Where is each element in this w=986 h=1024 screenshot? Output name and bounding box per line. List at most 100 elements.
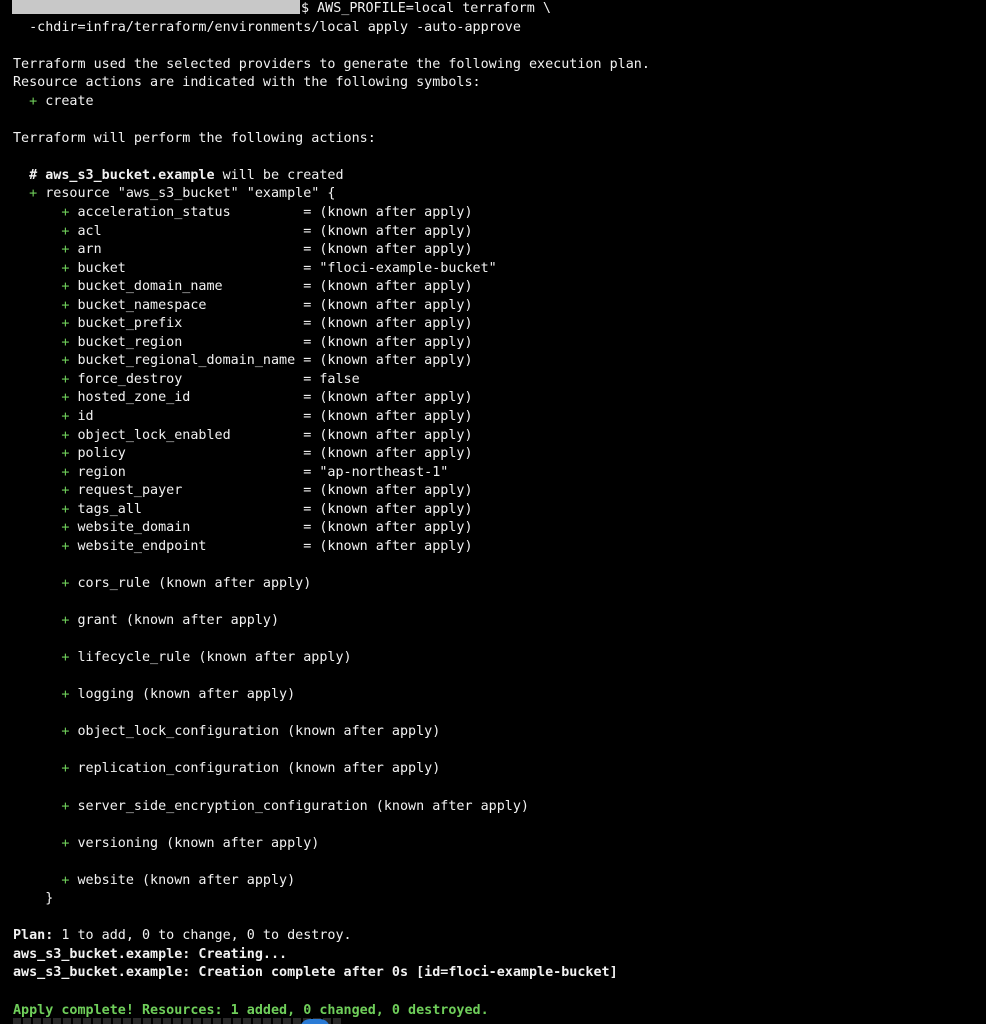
attribute-line: + id = (known after apply) [0, 408, 986, 427]
plus-symbol: + [61, 390, 70, 406]
attribute-name: hosted_zone_id [77, 390, 296, 406]
attribute-line: + bucket_domain_name = (known after appl… [0, 278, 986, 297]
plus-symbol: + [61, 316, 70, 332]
attribute-value: = "ap-northeast-1" [303, 464, 449, 480]
nested-block-line: + cors_rule (known after apply) [0, 575, 986, 594]
terminal-window[interactable]: $ AWS_PROFILE=local terraform \ -chdir=i… [0, 0, 986, 1024]
attribute-name: bucket_regional_domain_name [77, 353, 296, 369]
attribute-line: + bucket_namespace = (known after apply) [0, 297, 986, 316]
comment-hash: # [29, 167, 38, 183]
attribute-line: + website_domain = (known after apply) [0, 519, 986, 538]
plus-symbol: + [61, 835, 70, 851]
plus-symbol: + [61, 538, 70, 554]
actions-heading: Terraform will perform the following act… [13, 130, 376, 146]
attribute-name: tags_all [77, 501, 296, 517]
attribute-name: bucket_domain_name [77, 279, 296, 295]
resource-address: aws_s3_bucket.example [45, 167, 215, 183]
plus-symbol: + [61, 260, 70, 276]
attribute-line: + request_payer = (known after apply) [0, 482, 986, 501]
attribute-value: = (known after apply) [303, 353, 473, 369]
attribute-value: = (known after apply) [303, 205, 473, 221]
cursor-indicator [300, 1019, 330, 1024]
attribute-value: = (known after apply) [303, 446, 473, 462]
attribute-name: bucket_prefix [77, 316, 296, 332]
plus-symbol: + [61, 334, 70, 350]
plus-symbol: + [61, 279, 70, 295]
intro-line-1: Terraform used the selected providers to… [13, 56, 650, 72]
nested-block-text: server_side_encryption_configuration (kn… [77, 798, 529, 814]
attribute-value: = (known after apply) [303, 483, 473, 499]
plus-symbol: + [61, 501, 70, 517]
plus-symbol: + [29, 93, 38, 109]
attribute-value: = (known after apply) [303, 520, 473, 536]
nested-block-text: versioning (known after apply) [77, 835, 320, 851]
nested-block-text: replication_configuration (known after a… [77, 761, 441, 777]
plus-symbol: + [61, 761, 70, 777]
nested-block-line: + logging (known after apply) [0, 686, 986, 705]
nested-block-line: + replication_configuration (known after… [0, 760, 986, 779]
plus-symbol: + [61, 687, 70, 703]
plan-label: Plan: [13, 928, 54, 944]
attribute-name: bucket_namespace [77, 297, 296, 313]
plan-text: 1 to add, 0 to change, 0 to destroy. [53, 928, 352, 944]
plus-symbol: + [61, 446, 70, 462]
attribute-line: + tags_all = (known after apply) [0, 501, 986, 520]
nested-block-line: + website (known after apply) [0, 872, 986, 891]
attribute-list: + acceleration_status = (known after app… [0, 204, 986, 556]
nested-block-list: + cors_rule (known after apply) + grant … [0, 556, 986, 890]
nested-block-line: + lifecycle_rule (known after apply) [0, 649, 986, 668]
attribute-value: = (known after apply) [303, 223, 473, 239]
nested-block-line: + object_lock_configuration (known after… [0, 723, 986, 742]
cut-off-next-line [13, 1018, 343, 1024]
attribute-name: arn [77, 242, 296, 258]
attribute-line: + policy = (known after apply) [0, 445, 986, 464]
attribute-name: website_endpoint [77, 538, 296, 554]
will-be-created-text: will be created [214, 167, 344, 183]
command-line-2: -chdir=infra/terraform/environments/loca… [13, 19, 521, 35]
plus-symbol: + [29, 186, 38, 202]
nested-block-text: website (known after apply) [77, 872, 296, 888]
nested-block-text: logging (known after apply) [77, 687, 296, 703]
nested-block-line: + grant (known after apply) [0, 612, 986, 631]
attribute-value: = (known after apply) [303, 538, 473, 554]
plus-symbol: + [61, 650, 70, 666]
attribute-line: + bucket_prefix = (known after apply) [0, 315, 986, 334]
nested-block-text: cors_rule (known after apply) [77, 575, 312, 591]
attribute-name: bucket_region [77, 334, 296, 350]
redacted-prompt-path [12, 0, 300, 14]
resource-header-text: resource "aws_s3_bucket" "example" { [37, 186, 336, 202]
attribute-value: = (known after apply) [303, 297, 473, 313]
plus-symbol: + [61, 297, 70, 313]
plus-symbol: + [61, 872, 70, 888]
attribute-value: = (known after apply) [303, 334, 473, 350]
attribute-line: + hosted_zone_id = (known after apply) [0, 389, 986, 408]
plus-symbol: + [61, 242, 70, 258]
attribute-value: = (known after apply) [303, 427, 473, 443]
plus-symbol: + [61, 520, 70, 536]
plus-symbol: + [61, 371, 70, 387]
attribute-name: request_payer [77, 483, 296, 499]
plus-symbol: + [61, 205, 70, 221]
resource-closing-brace: } [13, 891, 54, 907]
plus-symbol: + [61, 353, 70, 369]
attribute-value: = (known after apply) [303, 279, 473, 295]
attribute-line: + object_lock_enabled = (known after app… [0, 427, 986, 446]
attribute-name: object_lock_enabled [77, 427, 296, 443]
creation-complete-line: aws_s3_bucket.example: Creation complete… [13, 965, 618, 981]
plan-summary: Plan: 1 to add, 0 to change, 0 to destro… [0, 927, 986, 946]
attribute-value: = (known after apply) [303, 316, 473, 332]
attribute-name: website_domain [77, 520, 296, 536]
attribute-value: = (known after apply) [303, 501, 473, 517]
attribute-line: + bucket_region = (known after apply) [0, 334, 986, 353]
prompt-symbol: $ [301, 1, 310, 16]
attribute-line: + arn = (known after apply) [0, 241, 986, 260]
